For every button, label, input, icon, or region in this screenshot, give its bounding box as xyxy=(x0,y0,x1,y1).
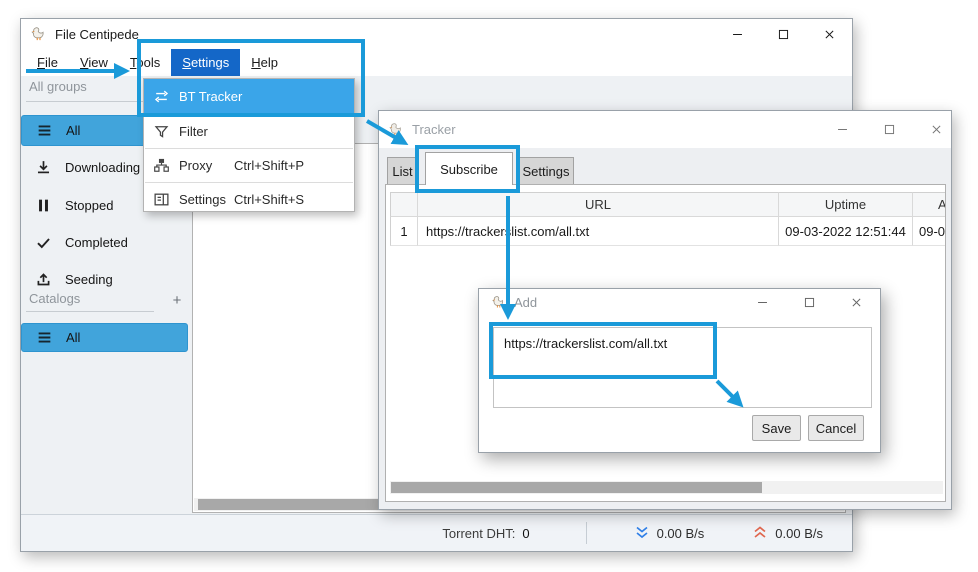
menu-item-shortcut: Ctrl+Shift+S xyxy=(234,192,304,207)
app-duck-icon xyxy=(388,122,404,138)
menu-tools[interactable]: Tools xyxy=(119,49,171,76)
sidebar-catalog-all[interactable]: All xyxy=(21,323,188,352)
menu-item-shortcut: Ctrl+Shift+P xyxy=(234,158,304,173)
tab-subscribe[interactable]: Subscribe xyxy=(425,152,513,185)
app-duck-icon xyxy=(491,295,506,310)
table-header-row: URL Uptime A xyxy=(390,192,946,217)
minimize-button[interactable] xyxy=(714,19,760,49)
close-button[interactable] xyxy=(841,289,871,315)
tab-list[interactable]: List xyxy=(387,157,418,185)
main-window-title: File Centipede xyxy=(55,27,139,42)
maximize-button[interactable] xyxy=(760,19,806,49)
uptime-cell: 09-03-2022 12:51:44 xyxy=(779,217,913,246)
proxy-icon xyxy=(153,157,170,174)
sidebar-item-label: Seeding xyxy=(65,272,113,287)
main-titlebar: File Centipede xyxy=(21,19,852,49)
row-number-header xyxy=(390,192,418,217)
uptime-column-header[interactable]: Uptime xyxy=(779,192,913,217)
menu-item-settings[interactable]: Settings Ctrl+Shift+S xyxy=(144,183,354,216)
table-row[interactable]: 1 https://trackerslist.com/all.txt 09-03… xyxy=(390,217,946,246)
all-groups-header[interactable]: All groups xyxy=(26,79,157,102)
upload-speed-value: 0.00 B/s xyxy=(775,526,823,541)
menu-item-label: BT Tracker xyxy=(179,89,242,104)
upload-icon xyxy=(35,271,52,288)
main-window-controls xyxy=(714,19,852,49)
desktop: File Centipede File View Tools Settings … xyxy=(0,0,978,572)
menu-settings[interactable]: Settings xyxy=(171,49,240,76)
download-icon xyxy=(35,159,52,176)
upload-speed: 0.00 B/s xyxy=(752,526,823,541)
scrollbar-thumb[interactable] xyxy=(391,482,762,493)
hamburger-icon xyxy=(36,122,53,139)
catalogs-section: Catalogs + xyxy=(26,291,186,315)
settings-form-icon xyxy=(153,191,170,208)
url-column-header[interactable]: URL xyxy=(418,192,779,217)
torrent-dht-value: 0 xyxy=(522,526,529,541)
sidebar-item-completed[interactable]: Completed xyxy=(21,227,188,258)
minimize-button[interactable] xyxy=(827,111,857,148)
filter-icon xyxy=(153,123,170,140)
add-dialog: Add https://trackerslist.com/all.txt Sav… xyxy=(478,288,881,453)
check-icon xyxy=(35,234,52,251)
minimize-button[interactable] xyxy=(747,289,777,315)
tracker-table: URL Uptime A 1 https://trackerslist.com/… xyxy=(390,192,946,246)
close-button[interactable] xyxy=(806,19,852,49)
menu-item-label: Filter xyxy=(179,124,208,139)
chevrons-up-icon xyxy=(752,526,768,540)
row-number-cell: 1 xyxy=(390,217,418,246)
menu-help[interactable]: Help xyxy=(240,49,289,76)
download-speed: 0.00 B/s xyxy=(634,526,705,541)
status-divider xyxy=(586,522,587,544)
download-speed-value: 0.00 B/s xyxy=(657,526,705,541)
bt-tracker-icon xyxy=(153,88,170,105)
menu-item-label: Proxy xyxy=(179,158,212,173)
tracker-titlebar: Tracker xyxy=(379,111,951,148)
catalogs-header[interactable]: Catalogs xyxy=(26,291,154,312)
sidebar-item-label: Downloading xyxy=(65,160,140,175)
clipped-column-header[interactable]: A xyxy=(913,192,946,217)
clipped-cell: 09-0 xyxy=(913,217,946,246)
maximize-button[interactable] xyxy=(794,289,824,315)
tab-settings[interactable]: Settings xyxy=(518,157,574,185)
app-duck-icon xyxy=(30,26,47,43)
add-titlebar: Add xyxy=(479,289,880,315)
add-dialog-title: Add xyxy=(514,295,537,310)
pause-icon xyxy=(35,197,52,214)
tracker-horizontal-scrollbar[interactable] xyxy=(390,481,943,494)
chevrons-down-icon xyxy=(634,526,650,540)
url-cell: https://trackerslist.com/all.txt xyxy=(418,217,779,246)
hamburger-icon xyxy=(36,329,53,346)
sidebar-item-label: Stopped xyxy=(65,198,113,213)
cancel-button[interactable]: Cancel xyxy=(808,415,864,441)
tracker-window-title: Tracker xyxy=(412,122,456,137)
add-catalog-button[interactable]: + xyxy=(168,292,186,309)
torrent-dht-label: Torrent DHT: xyxy=(442,526,515,541)
sidebar-item-label: Completed xyxy=(65,235,128,250)
menubar: File View Tools Settings Help xyxy=(21,49,852,76)
sidebar-item-label: All xyxy=(66,123,80,138)
menu-item-proxy[interactable]: Proxy Ctrl+Shift+P xyxy=(144,149,354,182)
menu-file[interactable]: File xyxy=(26,49,69,76)
save-button[interactable]: Save xyxy=(752,415,801,441)
maximize-button[interactable] xyxy=(874,111,904,148)
add-dialog-controls xyxy=(747,289,880,315)
menu-item-label: Settings xyxy=(179,192,226,207)
close-button[interactable] xyxy=(921,111,951,148)
menu-view[interactable]: View xyxy=(69,49,119,76)
menu-item-bt-tracker[interactable]: BT Tracker xyxy=(144,79,354,114)
tracker-url-input[interactable]: https://trackerslist.com/all.txt xyxy=(493,327,872,408)
tracker-window-controls xyxy=(827,111,951,148)
menu-item-filter[interactable]: Filter xyxy=(144,115,354,148)
settings-dropdown-menu: BT Tracker Filter Proxy Ctrl+Shift+P Set… xyxy=(143,78,355,212)
statusbar: Torrent DHT: 0 0.00 B/s 0.00 B/s xyxy=(21,514,852,551)
sidebar-item-label: All xyxy=(66,330,80,345)
